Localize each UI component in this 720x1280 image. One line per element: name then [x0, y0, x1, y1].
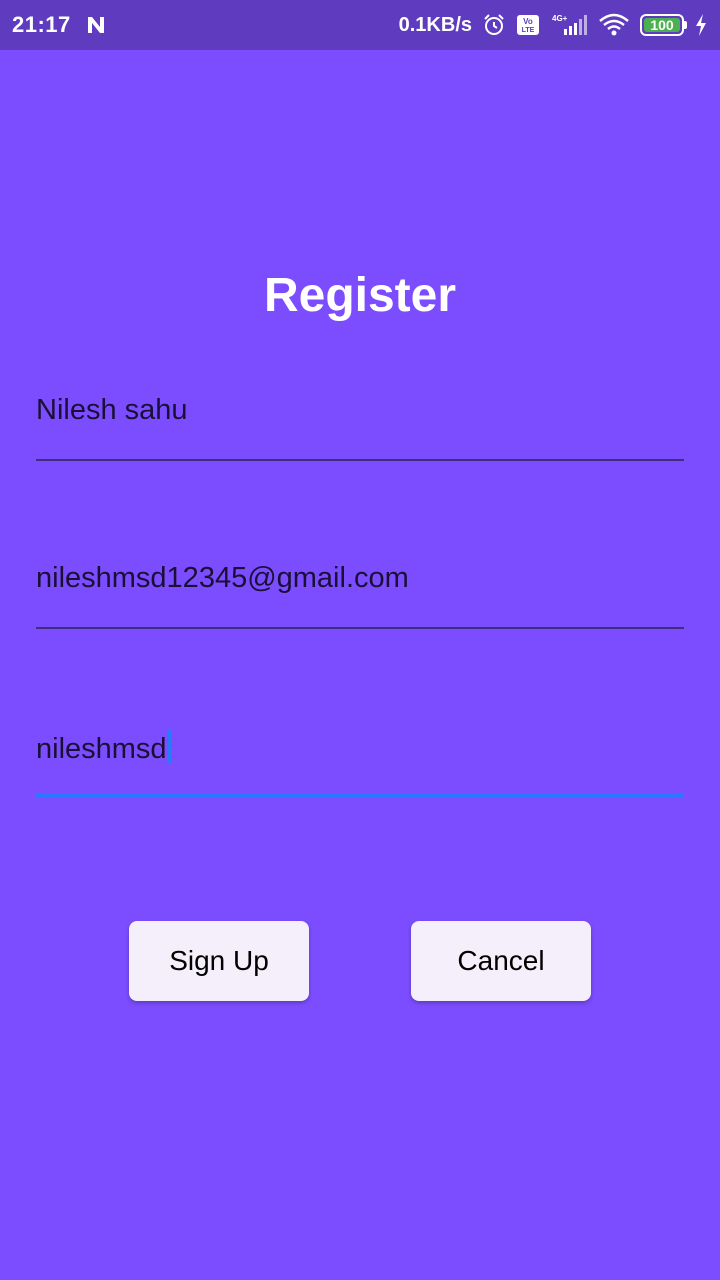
name-field-value: Nilesh sahu: [36, 394, 188, 426]
password-field-value: nileshmsd: [36, 733, 167, 765]
svg-text:Vo: Vo: [523, 17, 533, 26]
svg-text:LTE: LTE: [522, 27, 535, 34]
email-field[interactable]: nileshmsd12345@gmail.com: [36, 562, 684, 629]
wifi-icon: [598, 13, 630, 37]
charging-icon: [694, 13, 708, 37]
signal-icon: 4G+: [550, 13, 588, 37]
name-field[interactable]: Nilesh sahu: [36, 394, 684, 461]
notification-n-icon: [85, 14, 107, 36]
signup-button[interactable]: Sign Up: [129, 921, 309, 1001]
email-field-underline: [36, 627, 684, 629]
network-type-label: 4G+: [552, 14, 568, 23]
password-field[interactable]: nileshmsd: [36, 730, 684, 798]
name-field-underline: [36, 459, 684, 461]
text-cursor: [167, 730, 171, 764]
battery-level: 100: [650, 17, 674, 33]
password-field-underline: [36, 794, 684, 798]
page-title: Register: [263, 269, 457, 322]
network-speed: 0.1KB/s: [398, 13, 472, 36]
email-field-value: nileshmsd12345@gmail.com: [36, 562, 409, 594]
status-time: 21:17: [12, 12, 71, 37]
alarm-icon: [482, 13, 506, 37]
cancel-button[interactable]: Cancel: [411, 921, 591, 1001]
battery-icon: 100: [640, 14, 687, 36]
status-bar: 21:17 0.1KB/s Vo LTE 4G+ 100: [0, 0, 720, 50]
volte-icon: Vo LTE: [516, 13, 540, 37]
